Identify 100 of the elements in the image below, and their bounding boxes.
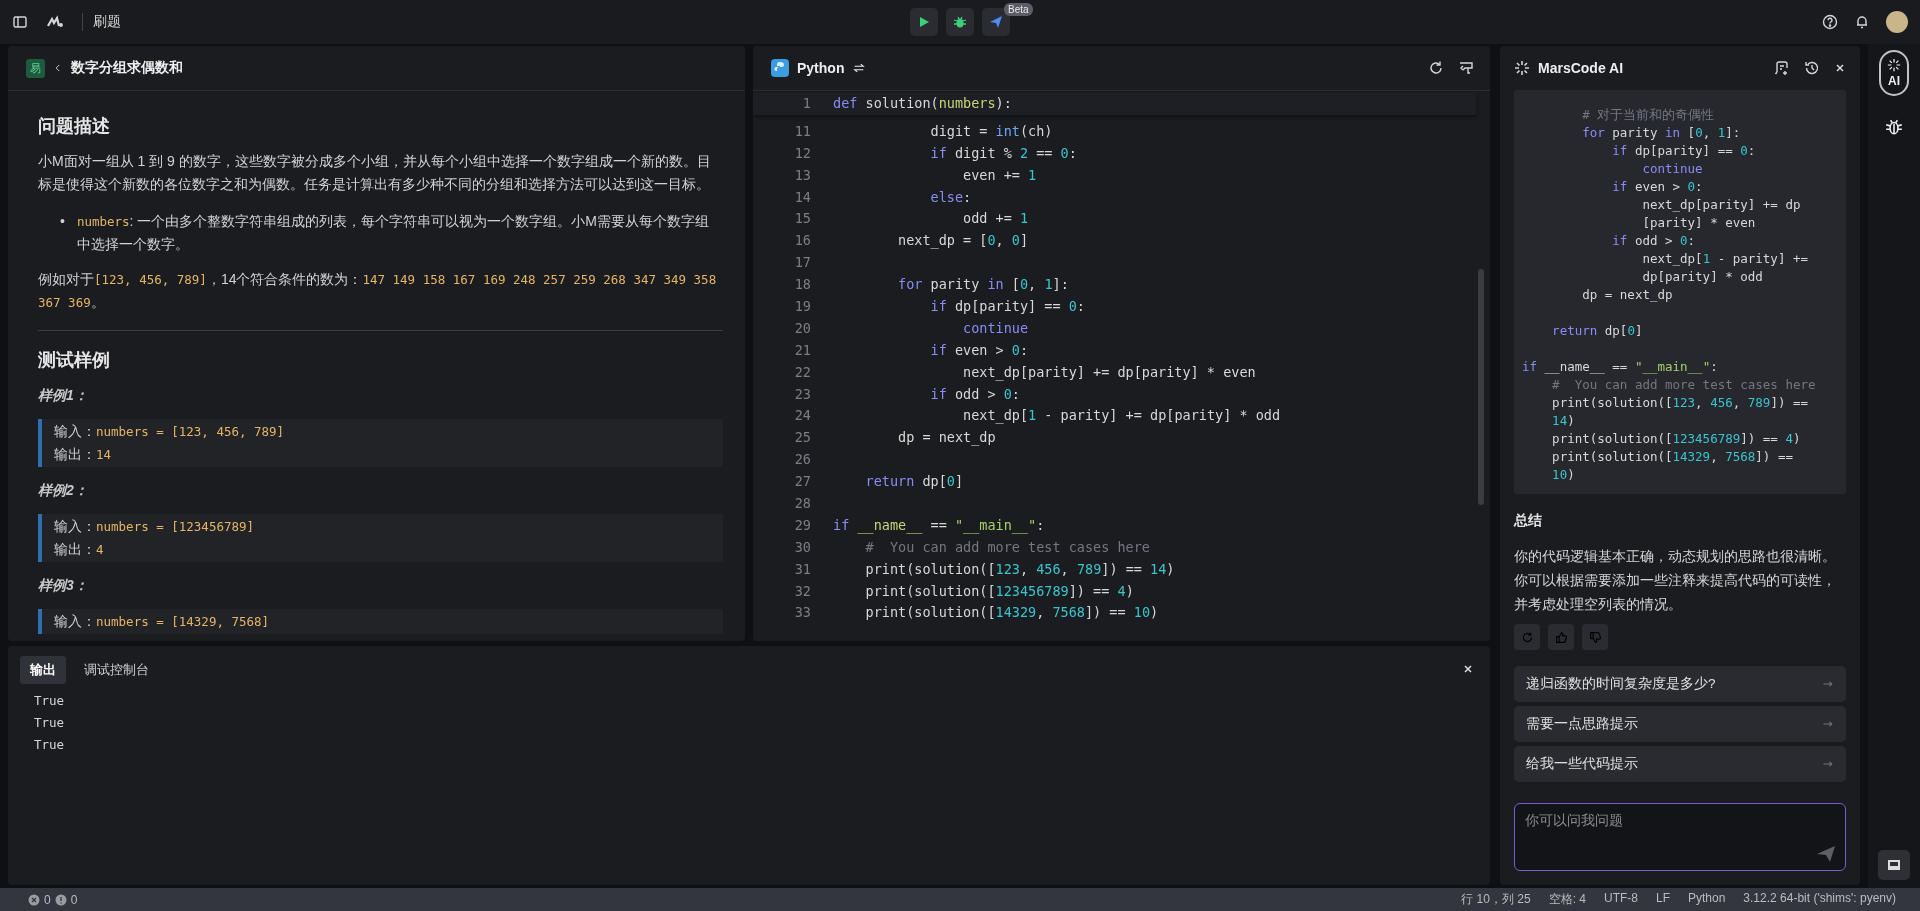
code-line: if odd > 0: [929, 384, 1021, 404]
code-line: for parity in [0, 1]: [1581, 125, 1741, 140]
bell-icon[interactable] [1854, 14, 1870, 30]
panel-toggle-button[interactable] [1878, 850, 1910, 880]
line-number: 33 [793, 603, 811, 623]
line-number: 23 [793, 384, 811, 404]
section-heading: 测试样例 [38, 349, 111, 372]
code-line: print(solution([123456789]) == 4) [864, 581, 1135, 601]
submit-button[interactable] [982, 8, 1010, 36]
code-line: odd += 1 [962, 209, 1030, 229]
close-icon[interactable] [1834, 62, 1846, 74]
help-icon[interactable] [1822, 14, 1838, 30]
warning-count[interactable]: 0 [70, 892, 78, 907]
avatar[interactable] [1886, 11, 1908, 33]
output-tab[interactable]: 输出 [20, 656, 66, 684]
scrollbar[interactable] [1478, 269, 1484, 505]
status-item[interactable]: UTF-8 [1603, 891, 1638, 908]
code-line: else: [929, 187, 973, 207]
code-line: continue [1641, 161, 1703, 176]
code-line: dp = next_dp [1581, 287, 1673, 302]
line-number: 16 [793, 231, 811, 251]
panel-icon [1886, 857, 1902, 873]
history-icon[interactable] [1804, 60, 1820, 76]
code-line: def solution(numbers): [832, 94, 1013, 113]
code-line: even += 1 [962, 165, 1038, 185]
summary-heading: 总结 [1514, 512, 1543, 530]
language-label[interactable]: Python [797, 60, 845, 76]
bug-icon [1885, 118, 1903, 136]
sidebar-toggle-icon[interactable] [12, 14, 28, 30]
sample-result-text: 输出：14 [54, 445, 113, 464]
debug-button[interactable] [946, 8, 974, 36]
sample-label: 样例3： [38, 576, 89, 595]
line-number: 24 [793, 406, 811, 426]
status-item[interactable]: 3.12.2 64-bit ('shims': pyenv) [1743, 891, 1896, 908]
code-line: digit = int(ch) [929, 121, 1054, 141]
back-chevron-icon[interactable] [53, 62, 63, 74]
line-number: 31 [793, 559, 811, 579]
suggestion-button[interactable]: 需要一点思路提示 [1514, 706, 1846, 742]
error-count[interactable]: 0 [44, 892, 51, 907]
page-title: 刷题 [82, 13, 121, 31]
bullet-text: numbers: 一个由多个整数字符串组成的列表，每个字符串可以视为一个数字组。小M需要从每个数字组中选择一个数字。 [76, 212, 711, 254]
code-line: next_dp[1 - parity] += dp[parity] * odd [962, 406, 1282, 426]
status-item[interactable]: Python [1688, 891, 1726, 908]
status-item[interactable]: 空格: 4 [1548, 891, 1586, 908]
sparkle-icon [1514, 60, 1530, 76]
thumbs-up-icon [1554, 630, 1568, 644]
example-text: 例如对于[123, 456, 789]，14个符合条件的数为：147 149 158 167 169 248 257 259 268 347 349 358 367 369。 [38, 270, 718, 312]
thumbs-up-button[interactable] [1548, 624, 1574, 650]
refresh-icon [1520, 630, 1534, 644]
line-number: 1 [801, 94, 811, 113]
code-line: if digit % 2 == 0: [929, 143, 1078, 163]
line-number: 21 [793, 340, 811, 360]
sample-result-text: 输出：4 [54, 540, 105, 559]
python-icon [771, 59, 789, 77]
code-line: print(solution([123, 456, 789]) == 14) [864, 559, 1176, 579]
code-line: print(solution([123, 456, 789]) == [1551, 395, 1808, 410]
sparkle-icon [1887, 58, 1901, 72]
sample-argument-text: 输入：numbers = [14329, 7568] [54, 612, 271, 631]
code-line: print(solution([14329, 7568]) == 10) [864, 603, 1160, 623]
format-icon[interactable] [1458, 60, 1474, 76]
line-number: 14 [793, 187, 811, 207]
sample-argument-text: 输入：numbers = [123456789] [54, 517, 256, 536]
ai-button[interactable]: AI [1879, 50, 1909, 96]
status-item[interactable]: 行 10，列 25 [1461, 891, 1531, 908]
summary-text: 你可以根据需要添加一些注释来提高代码的可读性， [1514, 571, 1837, 590]
difficulty-badge: 易 [26, 58, 45, 78]
chat-input[interactable]: 你可以问我问题 [1514, 803, 1846, 871]
code-line: next_dp[parity] += dp [1641, 197, 1801, 212]
run-button[interactable] [910, 8, 938, 36]
status-item[interactable]: LF [1655, 891, 1670, 908]
summary-text: 你的代码逻辑基本正确，动态规划的思路也很清晰。 [1514, 547, 1837, 566]
summary-text: 并考虑处理空列表的情况。 [1514, 595, 1683, 614]
line-number: 19 [793, 297, 811, 316]
code-line: print(solution([14329, 7568]) == [1551, 449, 1793, 464]
line-number: 11 [793, 121, 811, 141]
output-line: True [34, 736, 66, 754]
send-icon [989, 15, 1003, 29]
line-number: 12 [793, 143, 811, 163]
new-chat-icon[interactable] [1774, 60, 1790, 76]
warning-icon [54, 893, 67, 906]
thumbs-down-icon [1588, 630, 1602, 644]
code-line: print(solution([123456789]) == 4) [1551, 431, 1801, 446]
swap-icon[interactable] [852, 61, 867, 75]
line-number: 26 [793, 450, 811, 470]
suggestion-button[interactable]: 递归函数的时间复杂度是多少? [1514, 666, 1846, 702]
line-number: 28 [793, 494, 811, 514]
code-line: return dp[0] [864, 472, 965, 492]
thumbs-down-button[interactable] [1582, 624, 1608, 650]
suggestion-button[interactable]: 给我一些代码提示 [1514, 746, 1846, 782]
output-tab[interactable]: 调试控制台 [74, 656, 159, 684]
output-line: True [34, 692, 66, 710]
problem-title: 数字分组求偶数和 [71, 59, 183, 77]
code-line: if dp[parity] == 0: [1611, 143, 1756, 158]
send-icon[interactable] [1816, 845, 1836, 863]
code-line: next_dp[parity] += dp[parity] * even [962, 362, 1257, 383]
line-number: 15 [793, 209, 811, 229]
line-number: 25 [793, 428, 811, 448]
refresh-icon[interactable] [1428, 60, 1444, 76]
line-number: 20 [793, 318, 811, 338]
code-line: 14) [1551, 413, 1575, 428]
